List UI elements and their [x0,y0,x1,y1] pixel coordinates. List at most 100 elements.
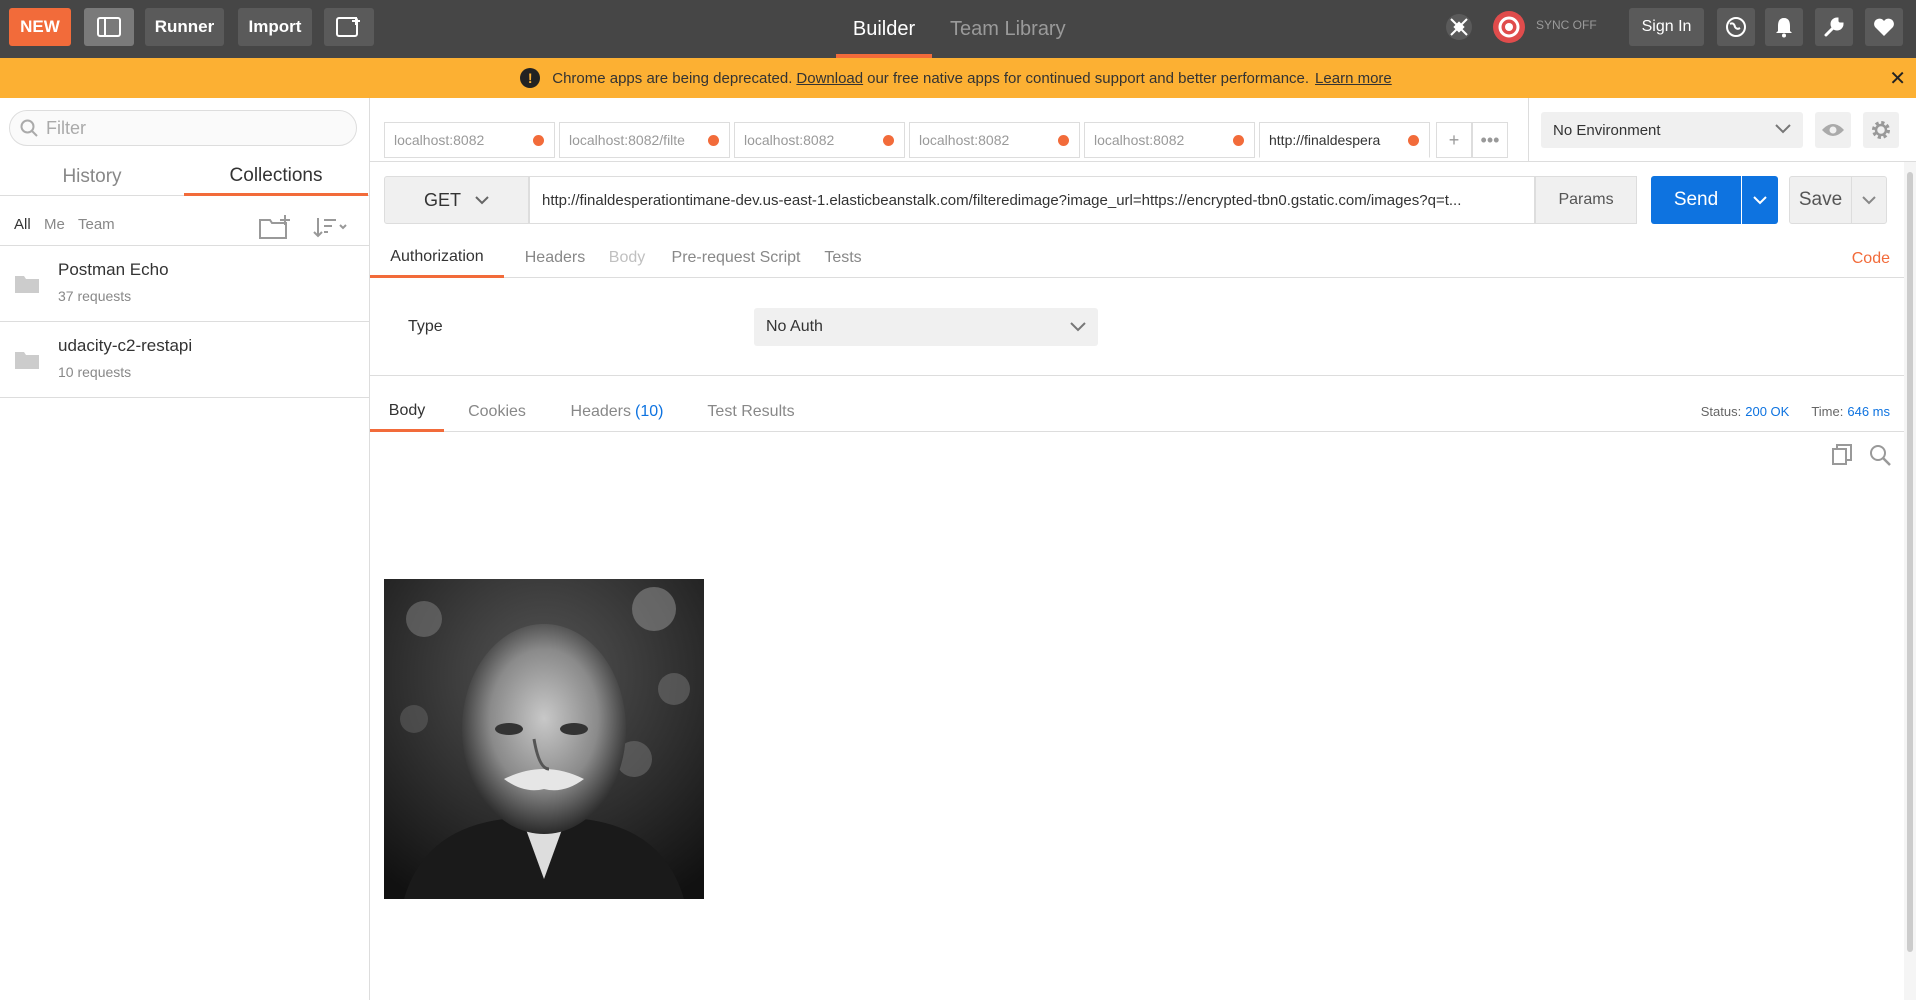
interceptor-button[interactable] [1440,8,1478,46]
response-image [384,579,704,899]
banner-text-after: our free native apps for continued suppo… [867,69,1310,87]
response-headers-label: Headers [570,403,632,420]
request-tab[interactable]: localhost:8082 [384,122,555,158]
chevron-down-icon [1753,195,1767,204]
new-window-button[interactable] [324,8,374,46]
request-tab-active[interactable]: http://finaldespera [1259,122,1430,158]
runner-button[interactable]: Runner [145,8,224,46]
portrait-image [384,579,704,899]
manage-environments-button[interactable] [1863,112,1899,148]
banner-text-before: Chrome apps are being deprecated. [552,69,793,87]
globe-button[interactable] [1717,8,1755,46]
close-icon[interactable]: ✕ [1889,66,1906,91]
gear-icon [1872,121,1890,139]
collection-name: udacity-c2-restapi [58,336,193,355]
tab-response-cookies[interactable]: Cookies [462,392,532,432]
import-button[interactable]: Import [238,8,312,46]
sort-icon[interactable] [312,216,350,238]
collection-filters: All Me Team [0,204,370,246]
unsaved-dot-icon [1058,135,1069,146]
auth-type-select[interactable]: No Auth [754,308,1098,346]
filter-me[interactable]: Me [44,216,65,233]
params-button[interactable]: Params [1535,176,1637,224]
collection-count: 37 requests [58,288,132,304]
time-value: 646 ms [1847,404,1890,419]
environment-quick-look-button[interactable] [1815,112,1851,148]
search-icon [20,119,38,137]
request-tab-label: localhost:8082 [394,132,485,148]
new-button[interactable]: NEW [9,8,71,46]
request-tab[interactable]: localhost:8082 [734,122,905,158]
tab-test-results[interactable]: Test Results [696,392,806,432]
request-tab-label: http://finaldespera [1269,132,1381,148]
send-options-button[interactable] [1742,176,1778,224]
tab-tests[interactable]: Tests [818,238,868,278]
new-collection-icon[interactable] [258,214,292,240]
environment-area: No Environment [1528,98,1916,162]
auth-type-value: No Auth [766,318,823,335]
request-tab[interactable]: localhost:8082 [1084,122,1255,158]
status-label: Status: [1700,404,1742,419]
tab-team-library[interactable]: Team Library [950,0,1066,58]
response-actions [1830,443,1892,467]
filter-box [9,110,357,146]
deprecation-banner: ! Chrome apps are being deprecated. Down… [0,58,1916,98]
filter-all[interactable]: All [14,216,31,233]
sync-icon [1493,11,1525,43]
sync-status-label: SYNC OFF [1536,18,1597,32]
save-button[interactable]: Save [1789,176,1852,224]
sign-in-button[interactable]: Sign In [1629,8,1704,46]
copy-icon[interactable] [1830,443,1854,467]
tab-body[interactable]: Body [602,238,652,278]
tab-response-body[interactable]: Body [370,392,444,432]
url-input[interactable]: http://finaldesperationtimane-dev.us-eas… [529,176,1535,224]
method-select[interactable]: GET [384,176,529,224]
unsaved-dot-icon [533,135,544,146]
chevron-down-icon [1862,195,1876,204]
url-bar: GET http://finaldesperationtimane-dev.us… [384,176,1904,224]
collection-item[interactable]: udacity-c2-restapi 10 requests [0,322,370,398]
heart-button[interactable] [1865,8,1903,46]
authorization-panel: Type No Auth [370,278,1904,376]
learn-more-link[interactable]: Learn more [1315,70,1392,87]
eye-icon [1822,124,1844,136]
save-options-button[interactable] [1851,176,1887,224]
environment-select[interactable]: No Environment [1541,112,1803,148]
settings-button[interactable] [1815,8,1853,46]
filter-input[interactable] [46,117,326,139]
search-icon[interactable] [1868,443,1892,467]
collection-item[interactable]: Postman Echo 37 requests [0,246,370,322]
wrench-icon [1824,17,1844,37]
filter-team[interactable]: Team [78,216,115,233]
tab-collections[interactable]: Collections [184,158,368,196]
toggle-sidebar-button[interactable] [84,8,134,46]
tab-history[interactable]: History [0,158,184,196]
more-tabs-icon[interactable]: ••• [1472,122,1508,158]
request-tab[interactable]: localhost:8082 [909,122,1080,158]
tab-response-headers[interactable]: Headers (10) [552,392,682,432]
send-button[interactable]: Send [1651,176,1741,224]
tab-pre-request-script[interactable]: Pre-request Script [666,238,806,278]
sync-button[interactable] [1490,8,1528,46]
method-value: GET [423,189,461,210]
download-link[interactable]: Download [796,70,863,87]
collection-name: Postman Echo [58,260,169,279]
request-tabs: localhost:8082 localhost:8082/filte loca… [370,98,1530,162]
bell-icon [1776,18,1792,38]
tab-authorization[interactable]: Authorization [370,238,504,278]
tab-headers[interactable]: Headers [520,238,590,278]
notifications-button[interactable] [1765,8,1803,46]
response-body [370,433,1904,1000]
sidebar: History Collections All Me Team Postman … [0,98,370,1000]
add-tab-button[interactable]: + [1436,122,1472,158]
sidebar-tabs: History Collections [0,158,370,196]
code-link[interactable]: Code [1852,250,1890,268]
response-meta: Status: 200 OK Time: 646 ms [1701,404,1890,419]
warning-icon: ! [520,68,541,88]
collection-count: 10 requests [58,364,132,380]
main-scrollbar[interactable] [1904,162,1916,1000]
request-tab[interactable]: localhost:8082/filte [559,122,730,158]
tab-builder[interactable]: Builder [836,0,932,58]
scrollbar-thumb[interactable] [1907,172,1913,952]
unsaved-dot-icon [1408,135,1419,146]
